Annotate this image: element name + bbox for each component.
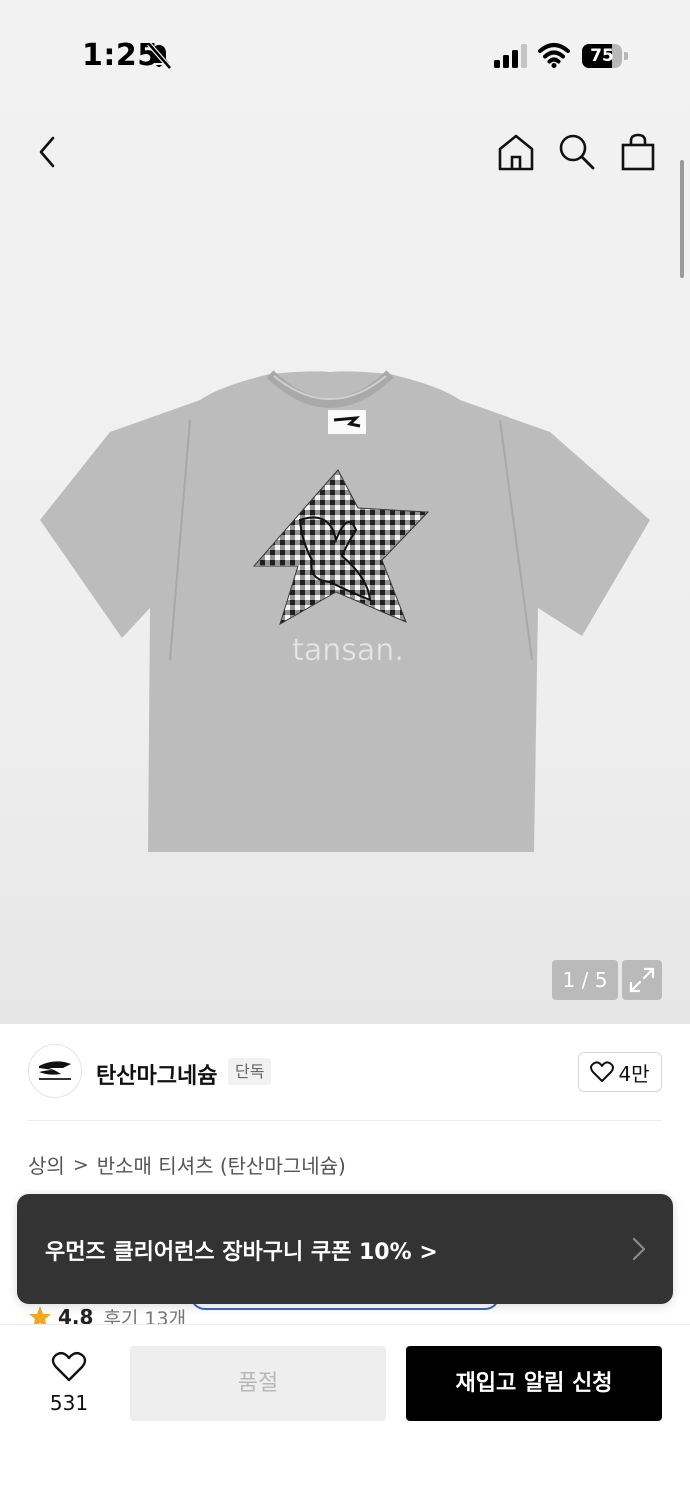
expand-image-button[interactable] [622,960,662,1000]
expand-icon [629,967,655,993]
shirt-print-text: tansan. [292,633,404,668]
brand-like-button[interactable]: 4만 [578,1052,662,1092]
product-image[interactable]: tansan. [30,360,660,870]
battery-percentage: 75 [590,46,614,66]
breadcrumb: 상의 > 반소매 티셔츠 (탄산마그네슘) [28,1150,346,1179]
chevron-left-icon [39,136,55,168]
wishlist-count: 531 [49,1391,89,1415]
home-button[interactable] [494,130,538,174]
brand-logo-mark [39,1061,71,1080]
chevron-right-icon [632,1237,646,1261]
battery-indicator: 75 [582,44,628,68]
search-icon [559,134,595,170]
status-bar: 1:25 75 [0,0,690,100]
exclusive-badge: 단독 [228,1058,272,1085]
breadcrumb-subcategory[interactable]: 반소매 티셔츠 (탄산마그네슘) [97,1150,346,1179]
shopping-bag-icon [621,133,655,171]
heart-icon [590,1061,615,1082]
top-navigation [0,120,690,184]
breadcrumb-separator: > [72,1153,89,1176]
back-button[interactable] [26,130,70,174]
bottom-action-bar: 531 품절 재입고 알림 신청 [0,1324,690,1500]
heart-icon [51,1351,87,1382]
breadcrumb-category[interactable]: 상의 [28,1150,65,1179]
soldout-button[interactable]: 품절 [130,1346,386,1421]
brand-name[interactable]: 탄산마그네슘 [96,1058,217,1090]
wifi-icon [538,43,570,68]
brand-like-count: 4만 [618,1061,650,1086]
section-divider [28,1120,662,1121]
image-page-counter: 1 / 5 [552,960,618,1000]
bell-slash-icon [147,42,172,70]
home-icon [498,134,534,171]
wishlist-button[interactable]: 531 [30,1351,108,1421]
cellular-signal-icon [494,44,527,68]
search-button[interactable] [554,130,598,174]
coupon-toast[interactable]: 우먼즈 클리어런스 장바구니 쿠폰 10% > [17,1194,673,1304]
brand-row: 탄산마그네슘 단독 4만 [0,1040,690,1104]
scrollbar-thumb[interactable] [680,160,684,278]
restock-alert-button[interactable]: 재입고 알림 신청 [406,1346,662,1421]
brand-logo[interactable] [28,1044,82,1098]
shopping-bag-button[interactable] [616,130,660,174]
coupon-text: 우먼즈 클리어런스 장바구니 쿠폰 10% > [45,1240,438,1265]
